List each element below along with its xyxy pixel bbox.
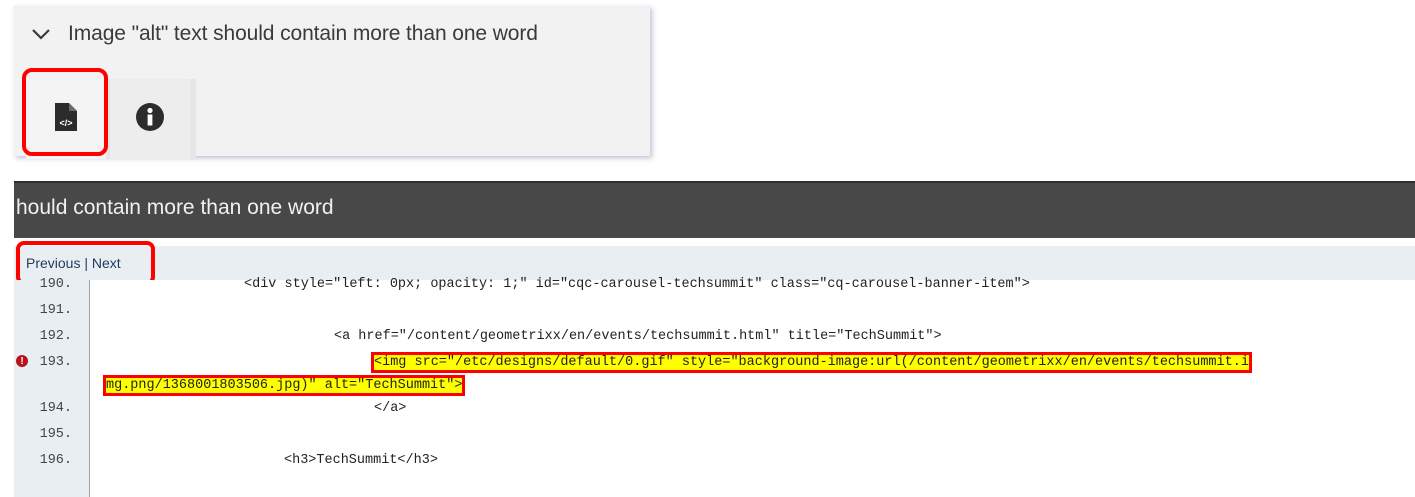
highlight-view-source bbox=[22, 68, 108, 156]
line-number: 196. bbox=[39, 453, 72, 468]
line-number: 192. bbox=[39, 329, 72, 344]
issue-panel: Image "alt" text should contain more tha… bbox=[14, 6, 650, 159]
line-number: 191. bbox=[39, 303, 72, 318]
line-number: 193. bbox=[39, 355, 72, 370]
line-text-highlighted: <img src="/etc/designs/default/0.gif" st… bbox=[371, 352, 1252, 373]
line-text: <a href="/content/geometrixx/en/events/t… bbox=[334, 329, 942, 344]
line-text-highlighted: mg.png/1368001803506.jpg)" alt="TechSumm… bbox=[102, 375, 466, 396]
chevron-down-icon[interactable] bbox=[28, 21, 54, 47]
viewer-title: hould contain more than one word bbox=[16, 196, 334, 219]
code-line: 196. <h3>TechSummit</h3> bbox=[14, 447, 1415, 473]
code-line: 194. </a> bbox=[14, 395, 1415, 421]
code-area: 190. <div style="left: 0px; opacity: 1;"… bbox=[14, 277, 1415, 497]
line-text: </a> bbox=[374, 401, 407, 416]
line-number: 190. bbox=[39, 277, 72, 292]
line-number: 195. bbox=[39, 427, 72, 442]
code-line: 191. bbox=[14, 297, 1415, 323]
source-viewer: hould contain more than one word Previou… bbox=[14, 181, 1415, 497]
info-button[interactable] bbox=[110, 79, 190, 159]
line-text: <div style="left: 0px; opacity: 1;" id="… bbox=[244, 277, 1030, 292]
line-number: 194. bbox=[39, 401, 72, 416]
code-line: 192. <a href="/content/geometrixx/en/eve… bbox=[14, 323, 1415, 349]
info-circle-icon bbox=[135, 102, 165, 137]
viewer-title-bar: hould contain more than one word bbox=[14, 181, 1415, 238]
issue-header[interactable]: Image "alt" text should contain more tha… bbox=[14, 6, 650, 62]
line-text: <h3>TechSummit</h3> bbox=[284, 453, 438, 468]
issue-title: Image "alt" text should contain more tha… bbox=[68, 22, 538, 45]
code-line: 190. <div style="left: 0px; opacity: 1;"… bbox=[14, 271, 1415, 297]
code-line: 195. bbox=[14, 421, 1415, 447]
